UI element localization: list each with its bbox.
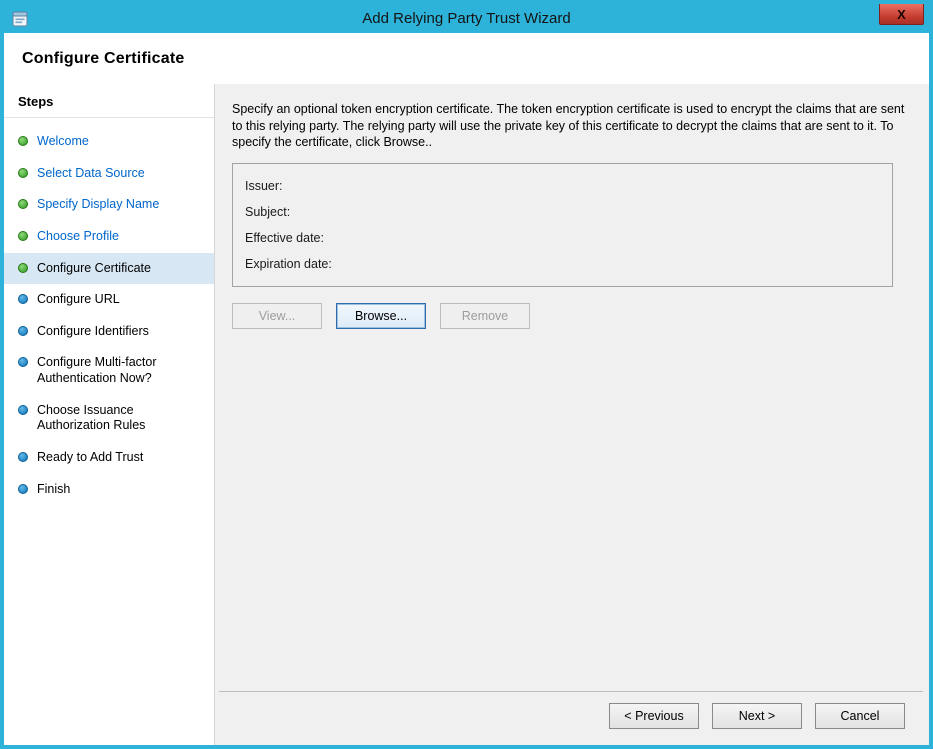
step-upcoming-icon: [18, 294, 28, 304]
step-configure-identifiers: Configure Identifiers: [4, 316, 214, 348]
step-completed-icon: [18, 231, 28, 241]
step-configure-mfa: Configure Multi-factor Authentication No…: [4, 347, 214, 394]
step-label: Ready to Add Trust: [37, 450, 143, 466]
steps-list: Welcome Select Data Source Specify Displ…: [4, 118, 214, 505]
step-select-data-source[interactable]: Select Data Source: [4, 158, 214, 190]
titlebar: Add Relying Party Trust Wizard X: [4, 4, 929, 33]
wizard-icon: [11, 10, 29, 28]
next-button[interactable]: Next >: [712, 703, 802, 729]
step-label: Configure Multi-factor Authentication No…: [37, 355, 206, 386]
view-button[interactable]: View...: [232, 303, 322, 329]
description-text: Specify an optional token encryption cer…: [232, 101, 907, 151]
cancel-button[interactable]: Cancel: [815, 703, 905, 729]
step-upcoming-icon: [18, 357, 28, 367]
issuer-label: Issuer:: [245, 175, 880, 201]
close-icon: X: [897, 7, 906, 22]
step-label: Select Data Source: [37, 166, 145, 182]
main-panel: Specify an optional token encryption cer…: [215, 84, 929, 745]
step-label: Welcome: [37, 134, 89, 150]
step-label: Configure URL: [37, 292, 120, 308]
step-current-icon: [18, 263, 28, 273]
step-welcome[interactable]: Welcome: [4, 126, 214, 158]
content-area: Steps Welcome Select Data Source Specify…: [4, 84, 929, 745]
expiration-date-label: Expiration date:: [245, 253, 880, 279]
step-configure-certificate: Configure Certificate: [4, 253, 214, 285]
page-title: Configure Certificate: [22, 50, 911, 68]
step-completed-icon: [18, 136, 28, 146]
steps-title: Steps: [4, 90, 214, 118]
step-completed-icon: [18, 168, 28, 178]
effective-date-label: Effective date:: [245, 227, 880, 253]
step-label: Configure Certificate: [37, 261, 151, 277]
step-label: Choose Profile: [37, 229, 119, 245]
wizard-footer: < Previous Next > Cancel: [219, 691, 923, 745]
step-upcoming-icon: [18, 452, 28, 462]
step-upcoming-icon: [18, 326, 28, 336]
browse-button[interactable]: Browse...: [336, 303, 426, 329]
step-specify-display-name[interactable]: Specify Display Name: [4, 189, 214, 221]
certificate-summary-box: Issuer: Subject: Effective date: Expirat…: [232, 163, 893, 287]
step-finish: Finish: [4, 474, 214, 506]
step-label: Finish: [37, 482, 70, 498]
steps-sidebar: Steps Welcome Select Data Source Specify…: [4, 84, 215, 745]
step-label: Specify Display Name: [37, 197, 159, 213]
step-label: Configure Identifiers: [37, 324, 149, 340]
previous-button[interactable]: < Previous: [609, 703, 699, 729]
step-upcoming-icon: [18, 484, 28, 494]
step-completed-icon: [18, 199, 28, 209]
main-body: Specify an optional token encryption cer…: [215, 84, 929, 691]
certificate-actions: View... Browse... Remove: [232, 303, 907, 329]
step-choose-profile[interactable]: Choose Profile: [4, 221, 214, 253]
window-title: Add Relying Party Trust Wizard: [4, 10, 929, 27]
step-ready-to-add-trust: Ready to Add Trust: [4, 442, 214, 474]
step-label: Choose Issuance Authorization Rules: [37, 403, 206, 434]
step-choose-issuance-rules: Choose Issuance Authorization Rules: [4, 395, 214, 442]
wizard-window: Add Relying Party Trust Wizard X Configu…: [0, 0, 933, 749]
remove-button[interactable]: Remove: [440, 303, 530, 329]
subject-label: Subject:: [245, 201, 880, 227]
step-upcoming-icon: [18, 405, 28, 415]
close-button[interactable]: X: [879, 4, 924, 25]
step-configure-url: Configure URL: [4, 284, 214, 316]
page-header: Configure Certificate: [4, 33, 929, 84]
